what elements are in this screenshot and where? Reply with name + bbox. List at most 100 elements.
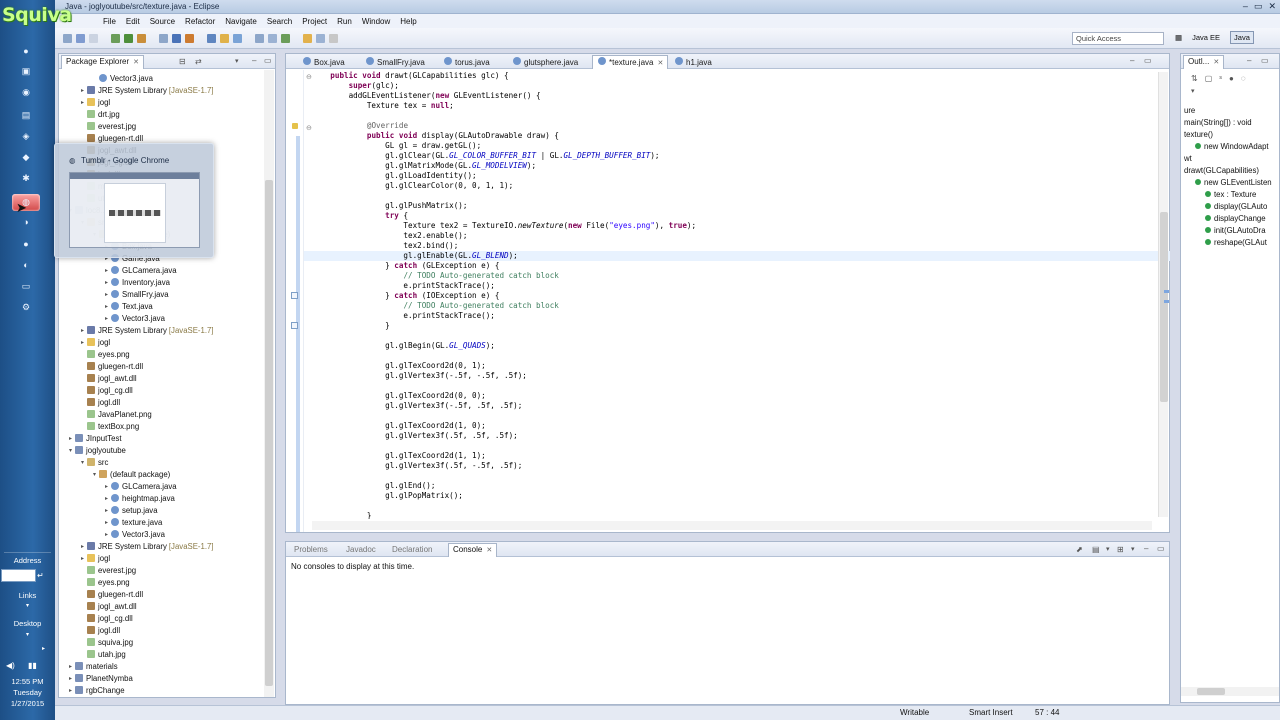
code-line[interactable]: e.printStackTrace(); [312,311,1142,321]
toolbar-button-icon[interactable] [137,34,146,43]
menu-project[interactable]: Project [302,17,327,26]
task-marker-icon[interactable] [291,292,298,299]
tree-item[interactable]: jogl.dll [79,624,120,636]
editor-horizontal-scrollbar[interactable] [312,521,1152,530]
toolbar-button-icon[interactable] [63,34,72,43]
overview-marker[interactable] [1164,290,1169,293]
close-icon[interactable]: ✕ [133,59,139,66]
code-line[interactable]: GL gl = draw.getGL(); [312,141,1142,151]
overview-marker[interactable] [1164,300,1169,303]
code-line[interactable]: gl.glBegin(GL.GL_QUADS); [312,341,1142,351]
tree-toggle-icon[interactable]: ▸ [67,675,74,682]
code-line[interactable]: gl.glClear(GL.GL_COLOR_BUFFER_BIT | GL.G… [312,151,1142,161]
chevron-right-icon[interactable]: ▸ [42,645,45,652]
code-line[interactable]: } catch (GLException e) { [312,261,1142,271]
code-line[interactable] [312,381,1142,391]
code-line[interactable]: gl.glPushMatrix(); [312,201,1142,211]
editor-tab[interactable]: *texture.java ✕ [592,55,669,69]
code-line[interactable]: addGLEventListener(new GLEventListener()… [312,91,1142,101]
pin-console-icon[interactable]: ⬈ [1076,545,1083,554]
code-line[interactable]: gl.glVertex3f(-.5f, .5f, .5f); [312,401,1142,411]
toolbar-button-icon[interactable] [185,34,194,43]
outline-item[interactable]: wt [1184,152,1192,164]
outline-item[interactable]: drawt(GLCapabilities) [1184,164,1259,176]
minimize-icon[interactable]: – [1144,544,1148,553]
tree-item[interactable]: drt.jpg [79,108,120,120]
tree-item[interactable]: ▾ (default package) [91,468,170,480]
outline-item[interactable]: reshape(GLAut [1204,236,1267,248]
code-line[interactable] [312,471,1142,481]
code-line[interactable]: gl.glTexCoord2d(0, 1); [312,361,1142,371]
hide-local-icon[interactable]: ◌ [1241,74,1246,83]
tree-item[interactable]: ▸ GLCamera.java [103,480,177,492]
perspective-java-ee[interactable]: Java EE [1188,31,1224,44]
code-line[interactable] [312,441,1142,451]
tree-item[interactable]: ▸ SmallFry.java [103,288,169,300]
tree-toggle-icon[interactable]: ▸ [67,663,74,670]
editor-tab[interactable]: h1.java [670,56,716,68]
task-marker-icon[interactable] [291,322,298,329]
tree-item[interactable]: jogl_cg.dll [79,612,133,624]
toolbar-button-icon[interactable] [159,34,168,43]
hide-static-icon[interactable]: ˢ [1219,74,1222,83]
tree-item[interactable]: Vector3.java [91,72,153,84]
code-area[interactable]: public void drawt(GLCapabilities glc) { … [312,71,1142,519]
tree-toggle-icon[interactable]: ▸ [103,531,110,538]
menu-window[interactable]: Window [362,17,390,26]
tree-item[interactable]: ▸ jogl [79,96,110,108]
tree-toggle-icon[interactable]: ▸ [67,687,74,694]
code-line[interactable] [312,331,1142,341]
outline-item[interactable]: texture() [1184,128,1213,140]
tree-toggle-icon[interactable]: ▸ [103,495,110,502]
code-line[interactable]: gl.glVertex3f(.5f, -.5f, .5f); [312,461,1142,471]
toolbar-button-icon[interactable] [89,34,98,43]
menu-file[interactable]: File [103,17,116,26]
computer-icon[interactable]: ▭ [12,278,40,295]
close-icon[interactable]: ✕ [1268,1,1276,12]
tree-item[interactable]: jogl_cg.dll [79,384,133,396]
maximize-icon[interactable]: ▭ [1254,1,1263,12]
code-line[interactable]: gl.glTexCoord2d(1, 0); [312,421,1142,431]
toolbar-button-icon[interactable] [220,34,229,43]
fold-icon[interactable]: ⊖ [306,73,312,81]
tree-toggle-icon[interactable]: ▸ [103,483,110,490]
disc-icon[interactable]: ◐ [12,256,40,273]
tree-item[interactable]: everest.jpg [79,120,136,132]
chevron-down-icon[interactable]: ▾ [0,602,55,612]
editor-tab[interactable]: Box.java [298,56,349,68]
display-console-icon[interactable]: ▤ [1092,545,1100,554]
tree-toggle-icon[interactable]: ▸ [79,339,86,346]
code-line[interactable]: super(glc); [312,81,1142,91]
close-icon[interactable]: ✕ [657,60,663,67]
link-editor-icon[interactable]: ⇄ [195,57,202,66]
outline-item[interactable]: display(GLAuto [1204,200,1267,212]
outline-item[interactable]: new WindowAdapt [1194,140,1269,152]
toolbar-button-icon[interactable] [207,34,216,43]
editor-tab[interactable]: torus.java [439,56,494,68]
code-line[interactable]: gl.glVertex3f(.5f, .5f, .5f); [312,431,1142,441]
outline-item[interactable]: displayChange [1204,212,1266,224]
toolbar-button-icon[interactable] [255,34,264,43]
menu-edit[interactable]: Edit [126,17,140,26]
close-icon[interactable]: ✕ [486,547,492,554]
code-line[interactable]: } catch (IOException e) { [312,291,1142,301]
tree-toggle-icon[interactable]: ▸ [79,99,86,106]
green-app-icon[interactable]: ● [12,235,40,252]
toolbar-button-icon[interactable] [111,34,120,43]
tree-toggle-icon[interactable]: ▸ [79,327,86,334]
toolbar-button-icon[interactable] [316,34,325,43]
tree-toggle-icon[interactable]: ▾ [79,459,86,466]
toolbar-button-icon[interactable] [329,34,338,43]
code-line[interactable]: gl.glClearColor(0, 0, 1, 1); [312,181,1142,191]
outline-item[interactable]: init(GLAutoDra [1204,224,1266,236]
tree-item[interactable]: everest.jpg [79,564,136,576]
media-icon[interactable]: ◈ [12,128,40,145]
tree-item[interactable]: textBox.png [79,420,139,432]
editor-tab[interactable]: SmallFry.java [361,56,429,68]
code-line[interactable] [312,351,1142,361]
code-line[interactable]: @Override [312,121,1142,131]
tree-item[interactable]: jogl_awt.dll [79,600,137,612]
tree-item[interactable]: ▸ jogl [79,336,110,348]
tree-item[interactable]: ▸ JRE System Library [JavaSE-1.7] [79,324,214,336]
toolbar-button-icon[interactable] [124,34,133,43]
